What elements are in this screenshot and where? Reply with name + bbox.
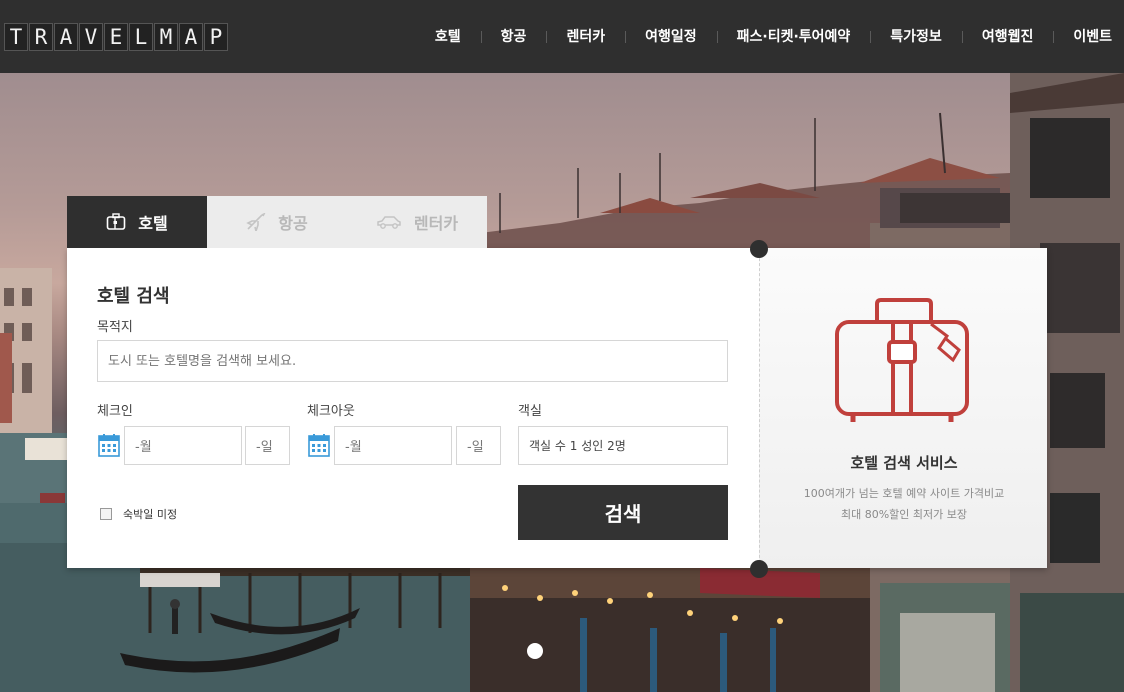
calendar-icon[interactable] xyxy=(98,433,120,457)
car-icon xyxy=(376,214,402,230)
nav-item-hotel[interactable]: 호텔 xyxy=(415,28,481,46)
checkout-day-field[interactable]: -일 xyxy=(456,426,501,465)
undecided-dates-label[interactable]: 숙박일 미정 xyxy=(123,506,177,522)
rooms-guests-selector[interactable]: 객실 수 1 성인 2명 xyxy=(518,426,728,465)
calendar-icon[interactable] xyxy=(308,433,330,457)
ticket-notch-bottom xyxy=(750,560,768,578)
search-title: 호텔 검색 xyxy=(97,286,170,307)
logo-letter: E xyxy=(104,23,128,51)
tab-hotel-label: 호텔 xyxy=(138,214,168,233)
service-desc-line2: 최대 80%할인 최저가 보장 xyxy=(840,508,968,521)
checkin-day-field[interactable]: -일 xyxy=(245,426,290,465)
tab-flight[interactable]: 항공 xyxy=(207,196,347,248)
airplane-icon xyxy=(246,213,266,231)
logo-letter: M xyxy=(154,23,178,51)
logo-letter: V xyxy=(79,23,103,51)
nav-item-itinerary[interactable]: 여행일정 xyxy=(625,28,717,46)
logo-letter: L xyxy=(129,23,153,51)
checkin-month-field[interactable]: -월 xyxy=(124,426,242,465)
nav-item-webzine[interactable]: 여행웹진 xyxy=(961,28,1054,46)
logo-letter: A xyxy=(179,23,203,51)
checkout-label: 체크아웃 xyxy=(307,404,355,419)
logo-letter: P xyxy=(204,23,228,51)
nav-item-event[interactable]: 이벤트 xyxy=(1053,28,1124,46)
destination-input[interactable] xyxy=(97,340,728,382)
undecided-dates-checkbox[interactable] xyxy=(100,508,112,520)
hotel-luggage-icon xyxy=(106,213,126,231)
logo-letter: A xyxy=(54,23,78,51)
tab-hotel[interactable]: 호텔 xyxy=(67,196,207,248)
suitcase-icon xyxy=(835,298,971,432)
rooms-label: 객실 xyxy=(518,404,542,419)
top-header: T R A V E L M A P 호텔 항공 렌터카 여행일정 패스·티켓·투… xyxy=(0,0,1124,73)
travelmap-logo[interactable]: T R A V E L M A P xyxy=(4,23,228,51)
hotel-search-panel: 호텔 검색 목적지 체크인 -월 -일 체크아웃 -월 -일 객실 객실 수 1… xyxy=(67,248,1047,568)
service-title: 호텔 검색 서비스 xyxy=(850,454,958,472)
nav-item-pass-ticket-tour[interactable]: 패스·티켓·투어예약 xyxy=(716,28,871,46)
hotel-search-form: 호텔 검색 목적지 체크인 -월 -일 체크아웃 -월 -일 객실 객실 수 1… xyxy=(67,248,759,568)
ticket-notch-top xyxy=(750,240,768,258)
logo-letter: R xyxy=(29,23,53,51)
nav-item-rentcar[interactable]: 렌터카 xyxy=(546,28,625,46)
destination-label: 목적지 xyxy=(97,320,133,335)
logo-letter: T xyxy=(4,23,28,51)
main-nav: 호텔 항공 렌터카 여행일정 패스·티켓·투어예약 특가정보 여행웹진 이벤트 xyxy=(415,0,1124,73)
checkout-month-field[interactable]: -월 xyxy=(334,426,452,465)
checkin-label: 체크인 xyxy=(97,404,133,419)
search-category-tabs: 호텔 항공 렌터카 xyxy=(67,196,487,248)
tab-rentcar[interactable]: 렌터카 xyxy=(347,196,487,248)
service-desc-line1: 100여개가 넘는 호텔 예약 사이트 가격비교 xyxy=(803,487,1005,500)
slider-dot-active[interactable] xyxy=(527,643,543,659)
search-button[interactable]: 검색 xyxy=(518,485,728,540)
tab-flight-label: 항공 xyxy=(278,214,308,233)
hotel-service-promo: 호텔 검색 서비스 100여개가 넘는 호텔 예약 사이트 가격비교 최대 80… xyxy=(759,248,1047,568)
slider-pagination xyxy=(527,643,543,659)
nav-item-deals[interactable]: 특가정보 xyxy=(870,28,962,46)
tab-rentcar-label: 렌터카 xyxy=(413,214,459,233)
nav-item-flight[interactable]: 항공 xyxy=(480,28,547,46)
